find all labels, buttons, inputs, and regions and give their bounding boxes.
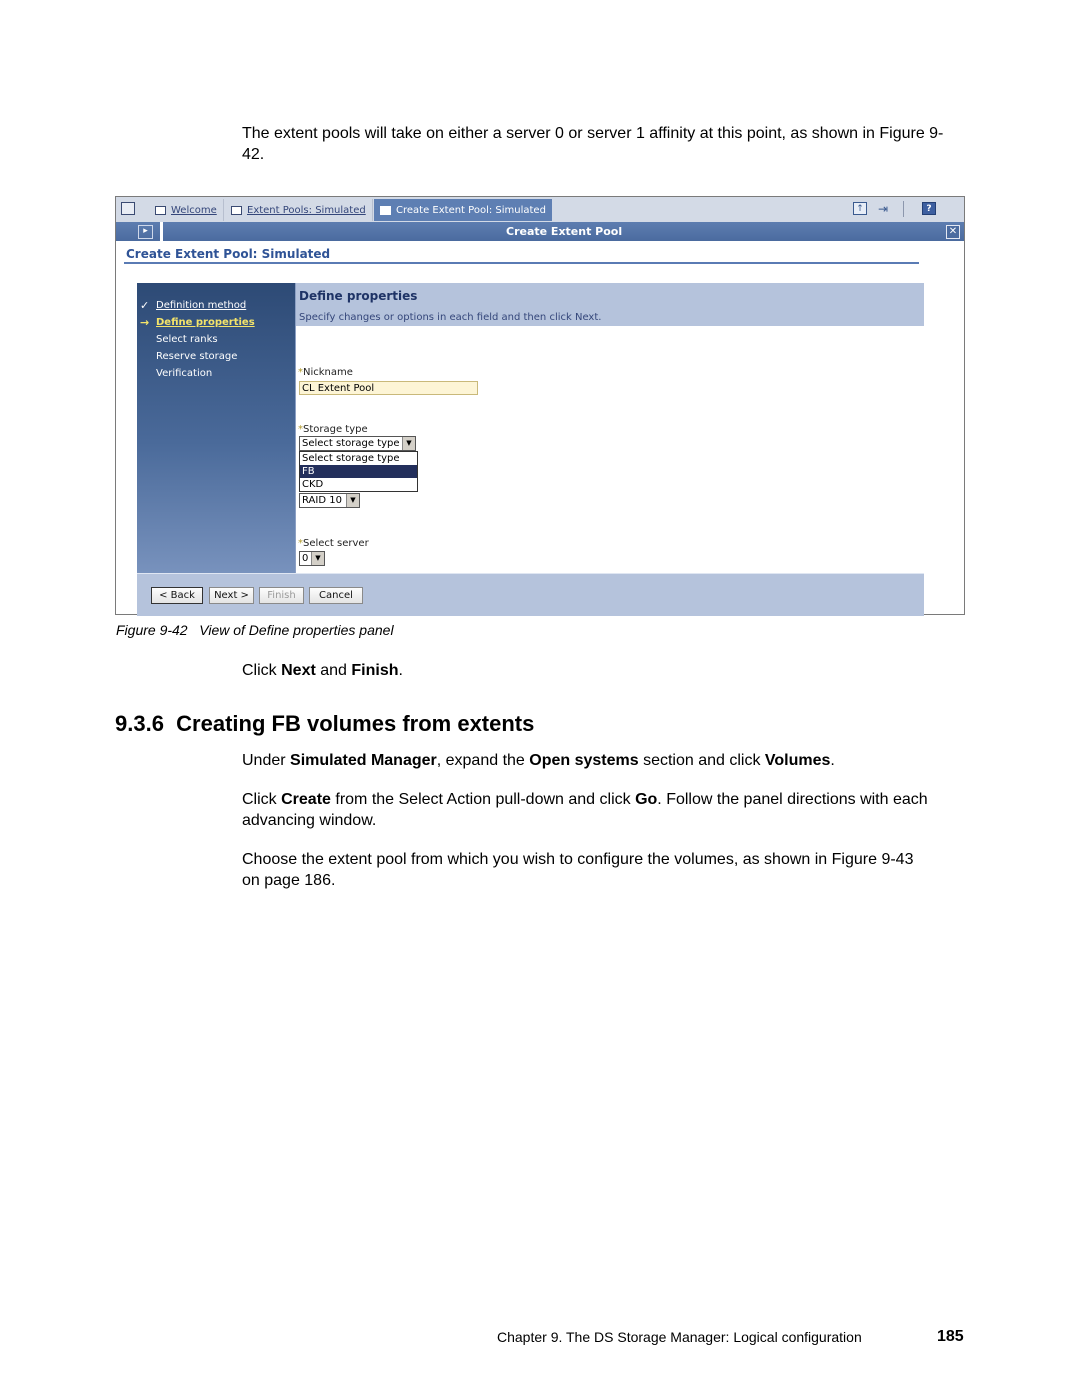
toolbar-divider — [903, 201, 904, 217]
panel-header: Define properties Specify changes or opt… — [296, 283, 924, 326]
titlebar-title: Create Extent Pool — [506, 225, 623, 238]
chevron-down-icon[interactable]: ▼ — [402, 437, 415, 450]
wizard: ✓ Definition method → Define properties … — [137, 283, 925, 616]
chevron-down-icon[interactable]: ▼ — [346, 494, 359, 507]
wizard-content: Define properties Specify changes or opt… — [295, 283, 925, 573]
collapse-icon[interactable]: ▸ — [138, 225, 153, 239]
chevron-down-icon[interactable]: ▼ — [311, 552, 324, 565]
option-select-storage-type[interactable]: Select storage type — [300, 452, 417, 465]
storage-type-options: Select storage type FB CKD — [299, 451, 418, 492]
finish-button: Finish — [259, 587, 304, 604]
tab-create-extent-pool[interactable]: Create Extent Pool: Simulated — [374, 199, 552, 221]
portlet-titlebar: ▸ Create Extent Pool ✕ — [116, 222, 964, 241]
option-ckd[interactable]: CKD — [300, 478, 417, 491]
wizard-footer: < Back Next > Finish Cancel — [137, 573, 924, 616]
para-under: Under Simulated Manager, expand the Open… — [242, 752, 835, 769]
arrow-right-icon: → — [140, 316, 150, 329]
step-select-ranks: Select ranks — [156, 334, 218, 345]
back-button[interactable]: < Back — [151, 587, 203, 604]
window-icon — [231, 205, 242, 215]
close-icon[interactable]: ✕ — [946, 225, 960, 239]
panel-instructions: Specify changes or options in each field… — [299, 312, 602, 323]
nickname-input[interactable]: CL Extent Pool — [299, 381, 478, 395]
tab-create-extent-pool-label: Create Extent Pool: Simulated — [396, 204, 546, 216]
windows-icon[interactable] — [121, 202, 135, 215]
step-reserve-storage: Reserve storage — [156, 351, 238, 362]
wizard-steps: ✓ Definition method → Define properties … — [137, 283, 295, 573]
next-button[interactable]: Next > — [209, 587, 254, 604]
page-footer-chapter: Chapter 9. The DS Storage Manager: Logic… — [497, 1329, 862, 1345]
figure-caption: Figure 9-42 View of Define properties pa… — [116, 622, 394, 638]
server-select[interactable]: 0 ▼ — [299, 551, 325, 566]
cancel-button[interactable]: Cancel — [309, 587, 363, 604]
title-rule — [124, 262, 919, 264]
para-click-next: Click Next and Finish. — [242, 662, 403, 679]
tab-extent-pools-label[interactable]: Extent Pools: Simulated — [247, 205, 366, 216]
para-click-create: Click Create from the Select Action pull… — [242, 791, 928, 829]
window-icon — [380, 205, 391, 215]
tab-welcome-label[interactable]: Welcome — [171, 205, 217, 216]
page-title: Create Extent Pool: Simulated — [126, 247, 331, 261]
panel-heading: Define properties — [299, 289, 418, 303]
tab-extent-pools[interactable]: Extent Pools: Simulated — [225, 199, 373, 221]
para-choose: Choose the extent pool from which you wi… — [242, 851, 914, 889]
window-icon — [155, 205, 166, 215]
checkmark-icon: ✓ — [140, 299, 150, 312]
storage-type-select[interactable]: Select storage type ▼ — [299, 436, 416, 451]
option-fb[interactable]: FB — [300, 465, 417, 478]
storage-type-label: *Storage type — [298, 424, 368, 435]
figure-screenshot: Welcome Extent Pools: Simulated Create E… — [115, 196, 965, 616]
nickname-label: *Nickname — [298, 367, 353, 378]
tab-bar: Welcome Extent Pools: Simulated Create E… — [116, 197, 964, 223]
intro-paragraph: The extent pools will take on either a s… — [242, 125, 944, 163]
titlebar-separator — [160, 222, 163, 241]
page-number: 185 — [937, 1328, 964, 1345]
step-definition-method[interactable]: Definition method — [156, 300, 246, 311]
logout-icon[interactable]: ⇥ — [876, 202, 890, 216]
step-verification: Verification — [156, 368, 213, 379]
step-define-properties[interactable]: Define properties — [156, 317, 255, 328]
section-heading: 9.3.6 Creating FB volumes from extents — [115, 711, 535, 736]
server-label: *Select server — [298, 538, 369, 549]
minimize-icon[interactable]: ↑ — [853, 202, 867, 215]
raid-type-select[interactable]: RAID 10 ▼ — [299, 493, 360, 508]
help-icon[interactable]: ? — [922, 202, 936, 215]
tab-welcome[interactable]: Welcome — [149, 199, 224, 221]
